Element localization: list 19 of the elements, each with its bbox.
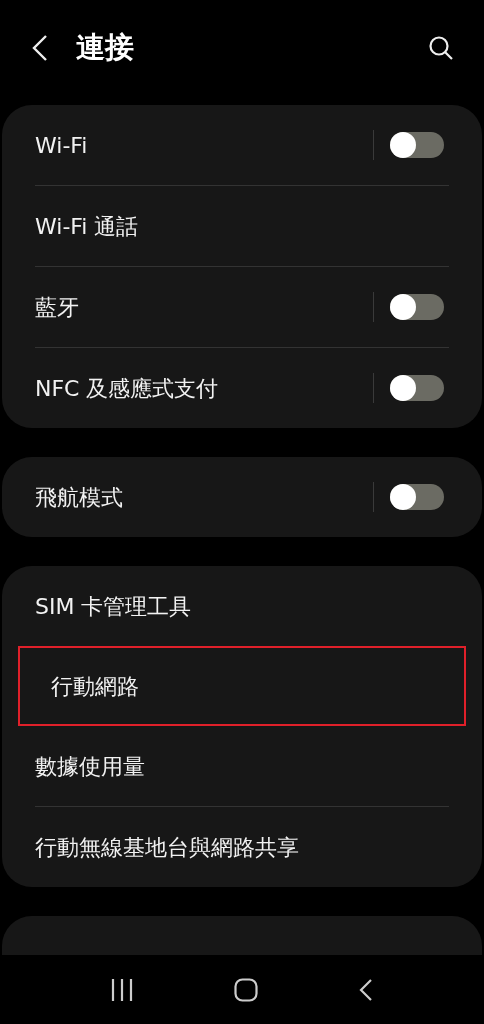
toggle-switch[interactable] [390,484,444,510]
settings-item[interactable]: Wi-Fi 通話 [2,186,482,266]
toggle-switch[interactable] [390,375,444,401]
settings-item[interactable]: 藍牙 [2,267,482,347]
toggle-switch[interactable] [390,294,444,320]
settings-item[interactable]: Wi-Fi [2,105,482,185]
settings-item[interactable]: 行動無線基地台與網路共享 [2,807,482,887]
search-icon[interactable] [428,34,454,61]
settings-item[interactable]: SIM 卡管理工具 [2,566,482,646]
home-icon[interactable] [234,977,258,1002]
toggle-switch[interactable] [390,132,444,158]
settings-item[interactable]: NFC 及感應式支付 [2,348,482,428]
settings-item[interactable]: 飛航模式 [2,457,482,537]
back-icon[interactable] [30,32,50,63]
settings-item[interactable]: 數據使用量 [2,726,482,806]
back-icon[interactable] [358,977,374,1002]
settings-item[interactable]: 行動網路 [18,646,466,726]
page-title: 連接 [76,28,135,66]
recent-apps-icon[interactable] [110,978,134,1001]
